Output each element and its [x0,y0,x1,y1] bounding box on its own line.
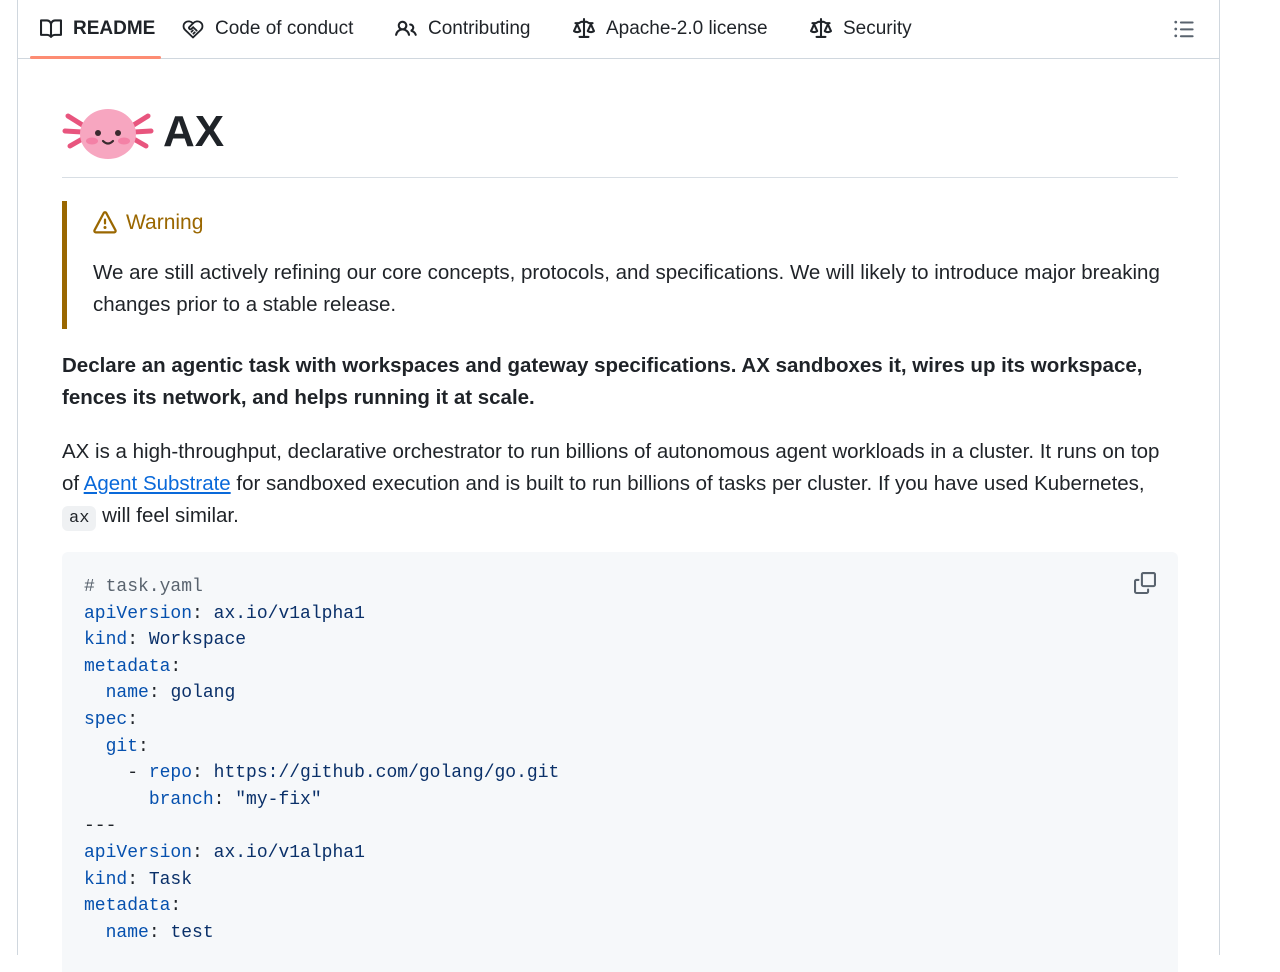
yaml-key: kind [84,869,128,890]
outline-button[interactable] [1171,16,1197,42]
yaml-key: spec [84,709,128,730]
yaml-colon: : [192,763,203,784]
intro-text-3: will feel similar. [96,504,239,527]
yaml-colon: : [148,683,160,704]
tab-contributing[interactable]: Contributing [394,0,530,58]
code-content: # task.yaml apiVersion: ax.io/v1alpha1 kin… [84,574,559,946]
yaml-key: metadata [84,896,171,917]
yaml-value: ax.io/v1alpha1 [202,603,365,624]
readme-tab-bar: README Code of conduct Contributing Apac… [18,0,1219,59]
warning-body: We are still actively refining our core … [93,261,1160,316]
page-title: AX [163,107,225,156]
yaml-colon: : [138,736,149,757]
code-separator: --- [84,816,117,837]
warning-title-text: Warning [126,211,204,234]
yaml-key: apiVersion [84,842,193,863]
code-line: - repo: https://github.com/golang/go.git [84,760,559,787]
yaml-colon: : [213,789,225,810]
tab-label: Apache-2.0 license [606,18,768,39]
tab-security[interactable]: Security [809,0,912,58]
yaml-key: git [105,736,139,757]
yaml-colon: : [170,656,182,677]
readme-panel: README Code of conduct Contributing Apac… [17,0,1220,972]
heart-handshake-icon [181,17,205,41]
code-line: name: test [84,920,559,947]
law-scale-icon [572,17,596,41]
agent-substrate-link[interactable]: Agent Substrate [84,472,231,495]
yaml-value: test [159,922,214,943]
yaml-colon: : [127,709,139,730]
code-line: --- [84,813,559,840]
lead-paragraph: Declare an agentic task with workspaces … [62,354,1143,409]
yaml-key: name [105,922,149,943]
yaml-colon: : [192,842,203,863]
yaml-key: repo [148,763,193,784]
code-line: kind: Task [84,867,559,894]
code-block-task-yaml: # task.yaml apiVersion: ax.io/v1alpha1 kin… [62,552,1178,972]
yaml-value: golang [159,683,236,704]
tab-label: README [73,18,156,39]
yaml-key: kind [84,630,128,651]
book-icon [39,17,63,41]
yaml-value: "my-fix" [224,789,322,810]
code-indent: - [84,763,149,784]
tab-label: Code of conduct [215,18,354,39]
yaml-colon: : [148,922,160,943]
tab-apache-license[interactable]: Apache-2.0 license [572,0,768,58]
yaml-colon: : [127,869,139,890]
yaml-value: Workspace [138,630,247,651]
code-line: name: golang [84,680,559,707]
code-line: apiVersion: ax.io/v1alpha1 [84,601,559,628]
yaml-key: branch [148,789,214,810]
yaml-key: name [105,683,149,704]
tab-label: Contributing [428,18,531,39]
code-line: apiVersion: ax.io/v1alpha1 [84,840,559,867]
copy-button[interactable] [1132,570,1158,596]
code-line: branch: "my-fix" [84,787,559,814]
axolotl-logo [62,100,154,164]
code-line: kind: Workspace [84,627,559,654]
yaml-key: metadata [84,656,171,677]
copy-icon [1134,572,1156,594]
yaml-value: Task [138,869,193,890]
warning-callout: Warning We are still actively refining o… [62,201,1178,329]
yaml-colon: : [170,896,182,917]
list-unordered-icon [1173,18,1195,40]
tab-code-of-conduct[interactable]: Code of conduct [181,0,353,58]
yaml-colon: : [127,630,139,651]
alert-triangle-icon [93,211,117,235]
readme-heading: AX [62,100,1178,178]
law-scale-icon [809,17,833,41]
code-line: metadata: [84,893,559,920]
tab-readme[interactable]: README [39,0,155,58]
yaml-colon: : [192,603,203,624]
intro-paragraph: AX is a high-throughput, declarative orc… [62,436,1178,535]
code-line: spec: [84,707,559,734]
inline-code-ax: ax [62,506,97,531]
intro-text-2: for sandboxed execution and is built to … [230,472,1145,495]
code-line: # task.yaml [84,574,559,601]
yaml-key: apiVersion [84,603,193,624]
active-tab-indicator [30,56,161,59]
code-comment: # task.yaml [84,577,203,597]
yaml-value: ax.io/v1alpha1 [202,842,365,863]
yaml-value: https://github.com/golang/go.git [202,763,560,784]
code-line: git: [84,734,559,761]
code-line: metadata: [84,654,559,681]
people-icon [394,17,418,41]
tab-label: Security [843,18,912,39]
warning-title: Warning [93,211,203,235]
